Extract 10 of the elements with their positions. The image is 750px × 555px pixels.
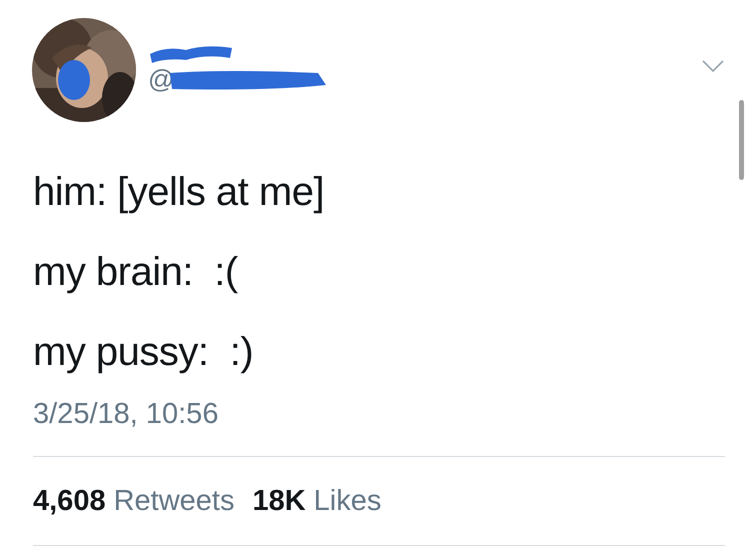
chevron-down-icon[interactable]: [702, 60, 724, 72]
tweet-text: him: [yells at me]: [33, 170, 326, 214]
stat-count: 18K: [252, 485, 306, 518]
stat-count: 4,608: [33, 485, 106, 518]
tweet-text: my brain: :(: [33, 250, 239, 294]
stat-label[interactable]: Retweets: [114, 485, 234, 518]
stat-label[interactable]: Likes: [314, 485, 382, 518]
timestamp: 3/25/18, 10:56: [32, 398, 220, 431]
tweet-text: my pussy: :): [33, 330, 254, 374]
handle-text: @: [148, 64, 174, 95]
